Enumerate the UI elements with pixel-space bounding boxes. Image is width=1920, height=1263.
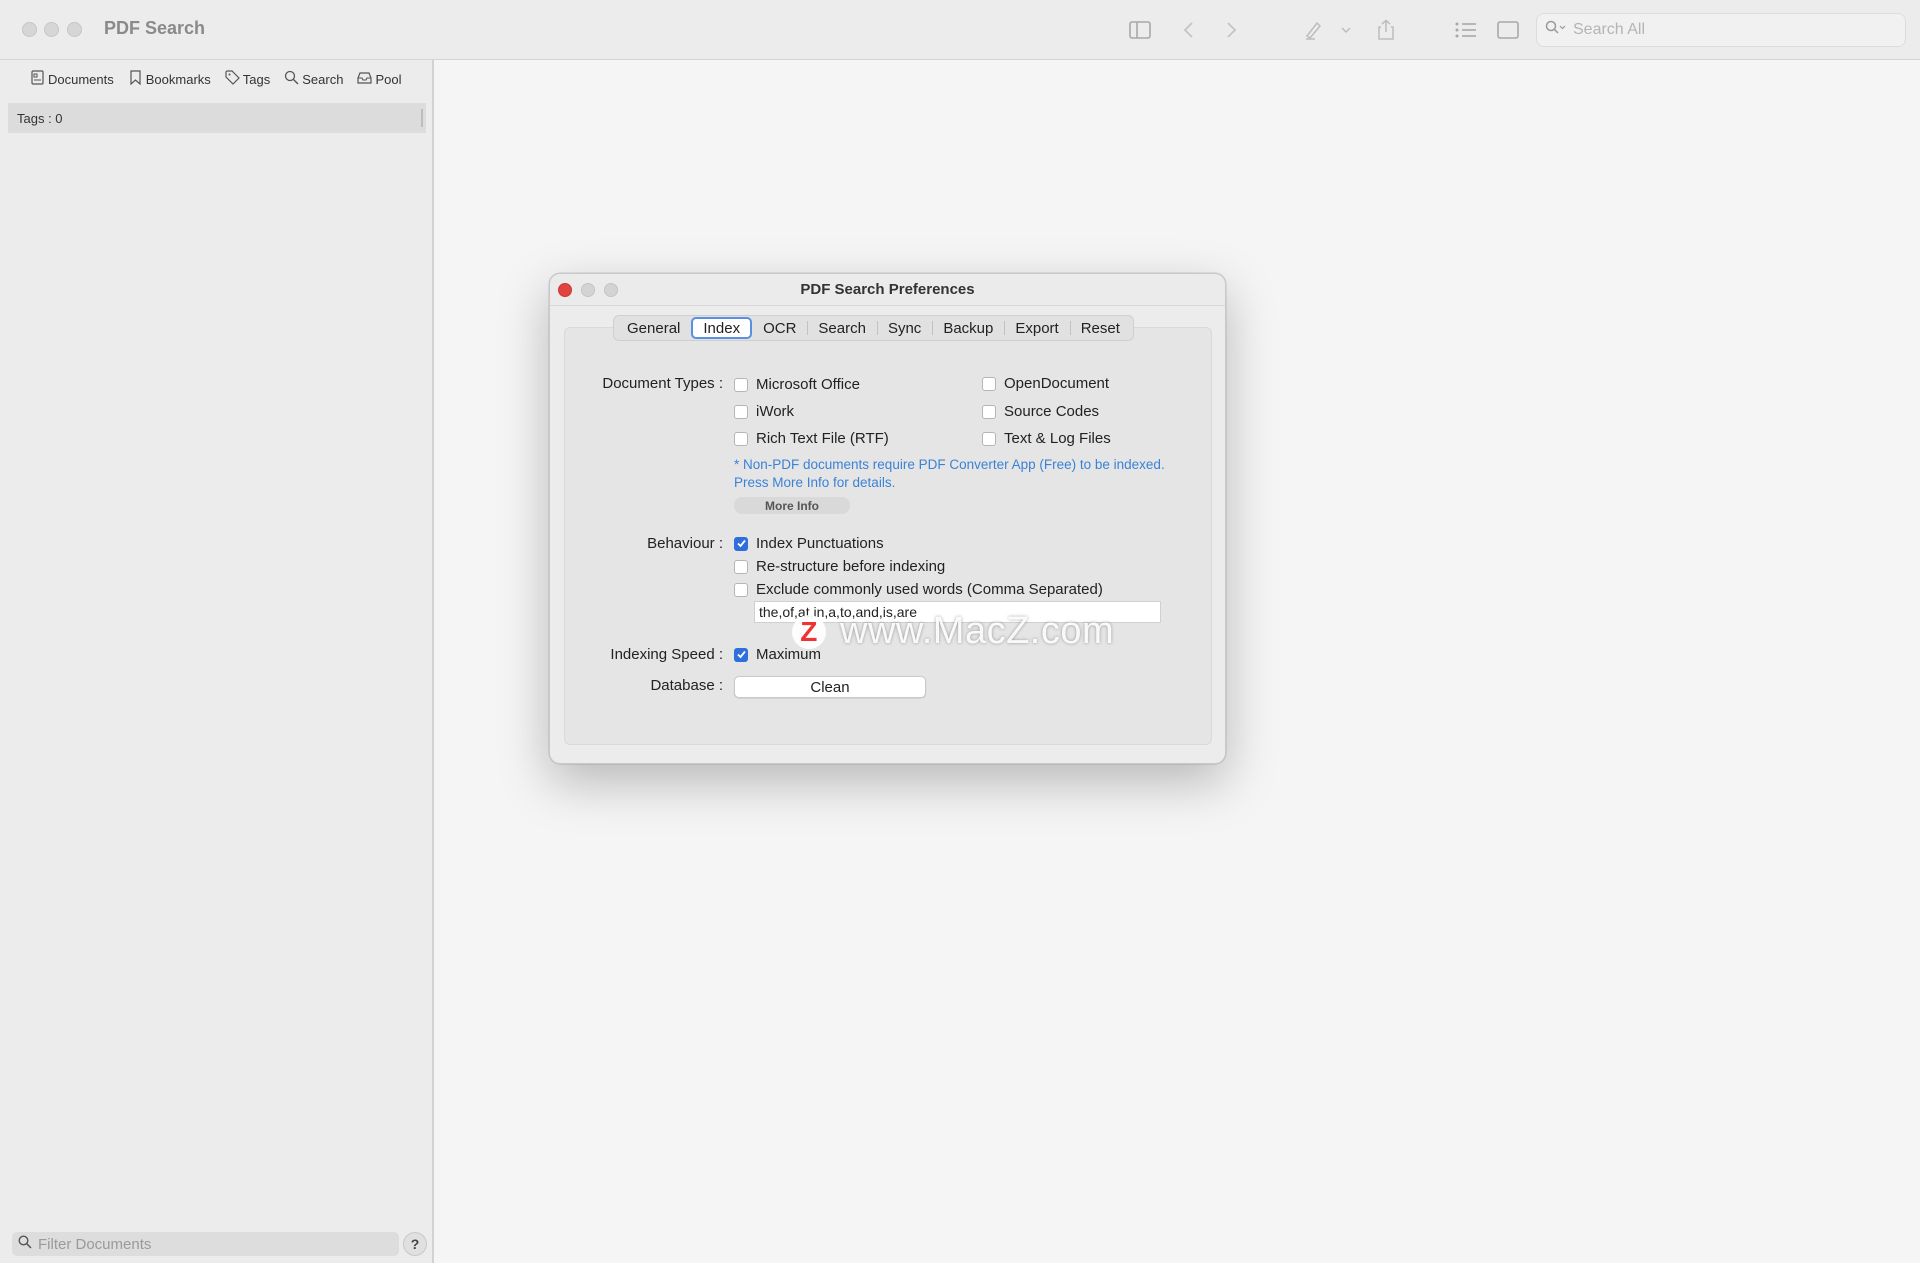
tags-count-row[interactable]: Tags : 0 — [8, 103, 426, 133]
checkmark-icon — [736, 650, 746, 659]
converter-note: * Non-PDF documents require PDF Converte… — [734, 456, 1165, 492]
search-icon — [1545, 20, 1567, 41]
option-label: Index Punctuations — [756, 535, 884, 552]
checkbox[interactable] — [734, 404, 748, 419]
option-restructure[interactable]: Re-structure before indexing — [734, 558, 945, 575]
tray-icon — [357, 70, 373, 88]
clean-database-button[interactable]: Clean — [734, 676, 926, 698]
chevron-down-icon[interactable] — [1340, 16, 1352, 44]
tags-count-label: Tags : 0 — [17, 110, 63, 126]
highlighter-icon[interactable] — [1302, 16, 1324, 44]
bookmark-icon — [128, 70, 143, 88]
checkbox[interactable] — [734, 559, 748, 574]
indexing-speed-label: Indexing Speed : — [610, 646, 723, 663]
checkbox[interactable] — [982, 431, 996, 446]
sidebar-tabs: Documents Bookmarks Tags Search Pool — [30, 70, 401, 88]
option-iwork[interactable]: iWork — [734, 403, 794, 420]
watermark: Z www.MacZ.com — [792, 610, 1114, 653]
minimize-window-button[interactable] — [44, 22, 59, 37]
share-icon[interactable] — [1376, 16, 1396, 44]
tab-search[interactable]: Search — [807, 317, 877, 339]
checkbox[interactable] — [734, 431, 748, 446]
option-label: Text & Log Files — [1004, 430, 1111, 447]
resize-handle[interactable] — [421, 109, 423, 127]
option-label: Exclude commonly used words (Comma Separ… — [756, 581, 1103, 598]
checkbox-checked[interactable] — [734, 647, 748, 662]
more-info-button[interactable]: More Info — [734, 497, 850, 514]
tab-backup[interactable]: Backup — [932, 317, 1004, 339]
tab-general[interactable]: General — [616, 317, 691, 339]
tab-index[interactable]: Index — [691, 317, 753, 339]
option-label: iWork — [756, 403, 795, 420]
title-bar: PDF Search — [0, 0, 1920, 60]
tab-ocr[interactable]: OCR — [752, 317, 807, 339]
document-types-label: Document Types : — [602, 375, 723, 392]
option-label: Rich Text File (RTF) — [756, 430, 889, 447]
close-window-button[interactable] — [22, 22, 37, 37]
app-title: PDF Search — [104, 18, 206, 38]
option-text-log-files[interactable]: Text & Log Files — [982, 430, 1111, 447]
option-rtf[interactable]: Rich Text File (RTF) — [734, 430, 889, 447]
single-page-icon[interactable] — [1496, 16, 1520, 44]
filter-documents-input[interactable] — [38, 1235, 378, 1253]
checkbox[interactable] — [982, 376, 996, 391]
option-label: Re-structure before indexing — [756, 558, 946, 575]
documents-icon — [30, 70, 45, 88]
database-label: Database : — [650, 677, 723, 694]
option-source-codes[interactable]: Source Codes — [982, 403, 1099, 420]
tab-bookmarks-label: Bookmarks — [145, 71, 211, 87]
dialog-title: PDF Search Preferences — [800, 281, 975, 298]
zoom-window-button[interactable] — [67, 22, 82, 37]
option-index-punctuations[interactable]: Index Punctuations — [734, 535, 884, 552]
tab-tags[interactable]: Tags — [225, 70, 270, 88]
tab-export[interactable]: Export — [1004, 317, 1069, 339]
tab-documents-label: Documents — [48, 71, 114, 87]
search-icon — [284, 70, 299, 88]
tab-documents[interactable]: Documents — [30, 70, 114, 88]
tab-pool[interactable]: Pool — [357, 70, 401, 88]
note-line: Press More Info for details. — [734, 475, 896, 490]
checkbox[interactable] — [734, 377, 748, 392]
watermark-text: www.MacZ.com — [840, 610, 1115, 652]
search-all-field[interactable] — [1536, 13, 1906, 47]
search-all-input[interactable] — [1573, 21, 1893, 39]
behaviour-label: Behaviour : — [647, 535, 723, 552]
option-exclude-common-words[interactable]: Exclude commonly used words (Comma Separ… — [734, 581, 1103, 598]
preferences-tab-bar: General Index OCR Search Sync Backup Exp… — [613, 315, 1134, 341]
option-opendocument[interactable]: OpenDocument — [982, 375, 1109, 392]
preferences-dialog: PDF Search Preferences General Index OCR… — [549, 273, 1226, 764]
tab-pool-label: Pool — [375, 71, 402, 87]
tab-sync[interactable]: Sync — [876, 317, 932, 339]
forward-icon[interactable] — [1222, 16, 1240, 44]
tab-bookmarks[interactable]: Bookmarks — [128, 70, 211, 88]
sidebar-toggle-icon[interactable] — [1128, 16, 1152, 44]
filter-documents-field[interactable] — [12, 1232, 399, 1256]
checkbox[interactable] — [982, 404, 996, 419]
back-icon[interactable] — [1180, 16, 1198, 44]
tab-reset[interactable]: Reset — [1069, 317, 1131, 339]
checkbox[interactable] — [734, 582, 748, 597]
option-microsoft-office[interactable]: Microsoft Office — [734, 376, 860, 393]
tab-search[interactable]: Search — [284, 70, 343, 88]
watermark-logo: Z — [792, 614, 826, 649]
checkmark-icon — [736, 539, 746, 548]
option-label: OpenDocument — [1004, 375, 1110, 392]
checkbox-checked[interactable] — [734, 536, 748, 551]
tab-tags-label: Tags — [242, 71, 271, 87]
option-label: Source Codes — [1004, 403, 1100, 420]
list-icon[interactable] — [1454, 16, 1478, 44]
option-label: Microsoft Office — [756, 376, 860, 393]
note-line: * Non-PDF documents require PDF Converte… — [734, 457, 1165, 472]
dialog-title-bar: PDF Search Preferences — [550, 274, 1225, 306]
search-icon — [18, 1234, 32, 1254]
sidebar: Documents Bookmarks Tags Search Pool Tag… — [0, 60, 434, 1263]
help-button[interactable]: ? — [403, 1232, 427, 1256]
tab-search-label: Search — [302, 71, 344, 87]
tag-icon — [225, 70, 240, 88]
